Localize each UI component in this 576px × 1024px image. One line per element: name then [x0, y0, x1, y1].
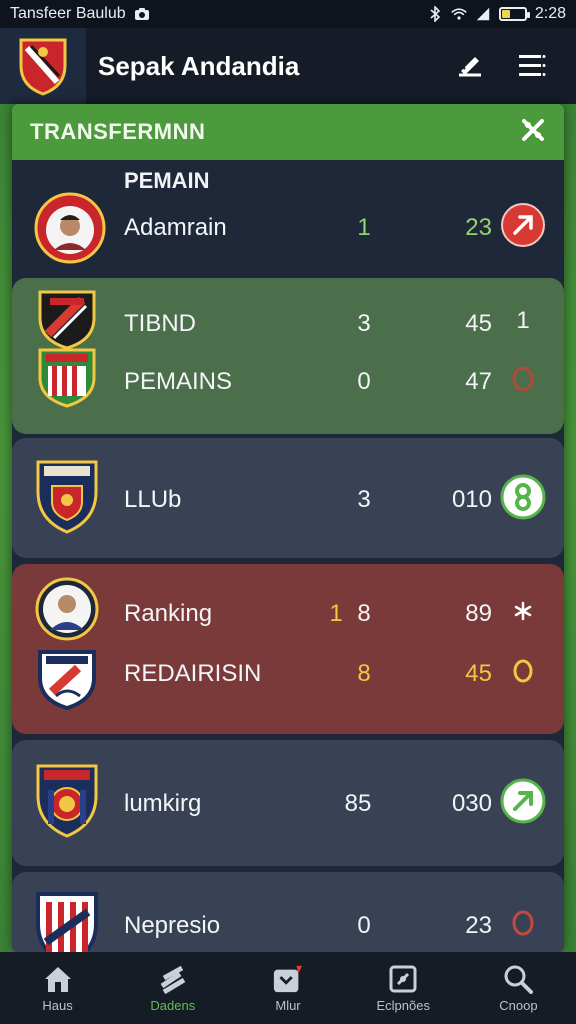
stat-value-2: 23: [465, 214, 492, 241]
panel-header: TRANSFERMNN: [12, 104, 564, 160]
bluetooth-icon: [427, 6, 443, 22]
stat-value-2: 47: [465, 368, 492, 395]
status-time: 2:28: [534, 5, 566, 22]
club-row[interactable]: LLUb 3 010: [12, 456, 564, 536]
stat-value-2: 010: [451, 486, 492, 513]
club-name: lumkirg: [124, 790, 202, 817]
club-name: TIBND: [124, 310, 196, 337]
stat-value-1: 8: [357, 660, 371, 687]
camera-icon: [134, 7, 150, 21]
signal-icon: [475, 7, 491, 21]
stat-value-1: 85: [344, 790, 372, 817]
rank-value-0: 1: [329, 600, 343, 627]
nav-item-dadens[interactable]: Dadens: [115, 952, 230, 1024]
arrow-diagonal-icon[interactable]: [500, 778, 546, 824]
close-x-icon[interactable]: [520, 117, 546, 148]
ranking-row[interactable]: REDAIRISIN 8 45: [12, 632, 564, 712]
badge-frame-icon: [387, 964, 419, 994]
stat-value-1: 3: [357, 310, 371, 337]
status-bar: Tansfeer Baulub 2:28: [0, 0, 576, 28]
home-icon: [42, 964, 74, 994]
stat-value-1: 3: [357, 486, 371, 513]
stat-value-1: 0: [357, 912, 371, 939]
club-crest: [34, 760, 100, 838]
stat-value-1: 1: [357, 214, 371, 241]
player-row[interactable]: Adamrain 1 23: [12, 186, 564, 266]
stat-value-2: 030: [451, 790, 492, 817]
transfer-panel: TRANSFERMNN PEMAIN Adamrain 1 23 TIBND 3…: [12, 104, 564, 952]
ranking-name: Ranking: [124, 600, 213, 627]
bottom-nav: Haus Dadens Mlur Eclpnões Cnoop: [0, 952, 576, 1024]
circle-outline-icon[interactable]: [500, 648, 546, 694]
club-row[interactable]: PEMAINS 0 47: [12, 340, 564, 420]
player-name: Adamrain: [124, 214, 227, 241]
stat-value-2: 45: [465, 310, 492, 337]
nav-label: Mlur: [275, 997, 301, 1013]
club-name: Nepresio: [124, 912, 221, 939]
star-icon[interactable]: [500, 588, 546, 634]
nav-label: Dadens: [150, 997, 196, 1013]
nav-label: Haus: [42, 997, 73, 1013]
circle-outline-icon[interactable]: [500, 356, 546, 402]
wifi-icon: [451, 7, 467, 21]
club-crest: [34, 456, 100, 534]
stat-value-1: 8: [357, 600, 371, 627]
club-crest-logo[interactable]: [0, 28, 86, 104]
stat-value-2: 45: [465, 660, 492, 687]
nav-item-haus[interactable]: Haus: [0, 952, 115, 1024]
stat-value-2: 89: [465, 600, 492, 627]
club-crest: [34, 344, 100, 418]
player-avatar: [34, 190, 106, 264]
edit-icon[interactable]: [454, 50, 486, 82]
nav-item-eclpnoes[interactable]: Eclpnões: [346, 952, 461, 1024]
club-name: LLUb: [124, 486, 182, 513]
menu-icon[interactable]: [516, 50, 548, 82]
club-crest: [34, 646, 100, 720]
battery-icon: [498, 7, 530, 21]
panel-title: TRANSFERMNN: [30, 119, 206, 144]
circle-outline-icon[interactable]: [500, 900, 546, 946]
shield-badge-icon: [272, 964, 304, 994]
refresh-icon[interactable]: [500, 474, 546, 520]
nav-label: Eclpnões: [376, 997, 430, 1013]
stat-value-2: 23: [465, 912, 492, 939]
search-icon: [502, 964, 534, 994]
nav-label: Cnoop: [499, 997, 538, 1013]
club-row[interactable]: lumkirg 85 030: [12, 760, 564, 840]
app-bar: Sepak Andandia: [0, 28, 576, 104]
arrow-diagonal-icon[interactable]: [500, 202, 546, 248]
nav-item-mlur[interactable]: Mlur: [230, 952, 345, 1024]
club-crest: [34, 888, 100, 952]
nav-item-cnoop[interactable]: Cnoop: [461, 952, 576, 1024]
layers-icon: [157, 964, 189, 994]
status-app-name: Tansfeer Baulub: [10, 5, 126, 22]
club-row[interactable]: Nepresio 0 23: [12, 882, 564, 952]
app-title: Sepak Andandia: [98, 50, 300, 81]
ranking-name: REDAIRISIN: [124, 660, 262, 687]
club-name: PEMAINS: [124, 368, 233, 395]
stat-value-1: 0: [357, 368, 371, 395]
stat-extra: 1: [516, 307, 530, 334]
